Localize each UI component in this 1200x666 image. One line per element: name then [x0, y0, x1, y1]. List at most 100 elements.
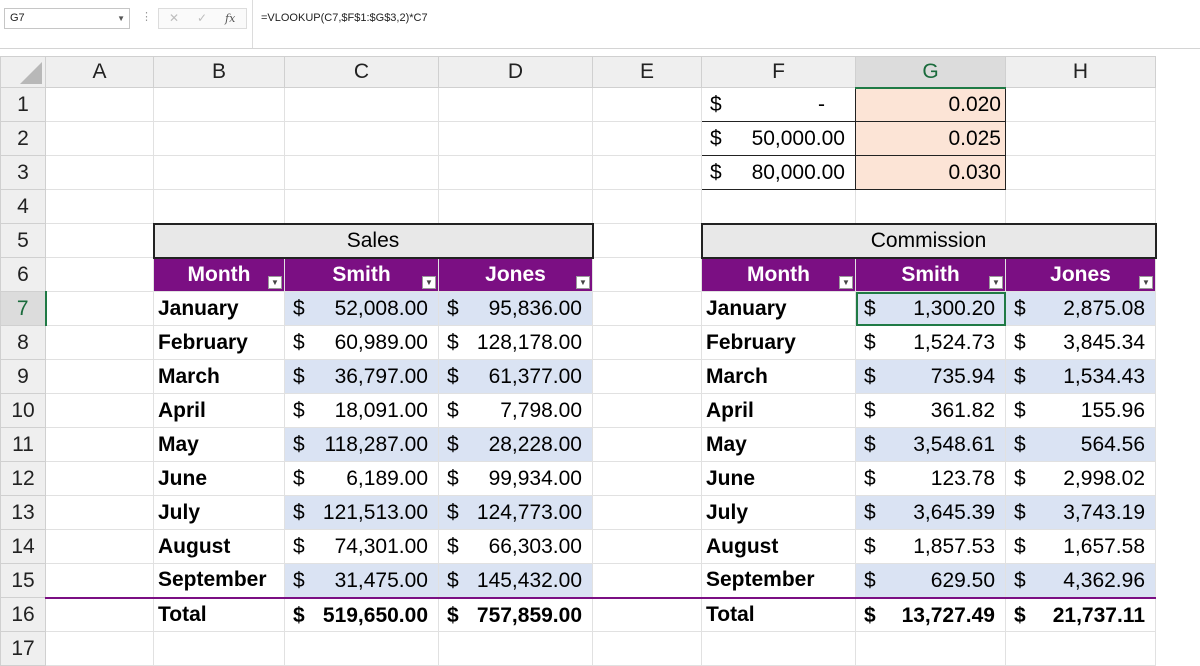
- sales-month-cell[interactable]: March: [153, 359, 285, 394]
- row-header[interactable]: 17: [0, 631, 46, 666]
- sales-header-jones[interactable]: Jones ▼: [438, 257, 593, 292]
- cell[interactable]: [45, 155, 154, 190]
- cell[interactable]: [592, 359, 702, 394]
- cell[interactable]: [592, 393, 702, 428]
- col-header-c[interactable]: C: [284, 56, 439, 88]
- row-header[interactable]: 4: [0, 189, 46, 224]
- lookup-rate-cell[interactable]: 0.020: [855, 87, 1006, 122]
- commission-month-cell[interactable]: July: [701, 495, 856, 530]
- cell[interactable]: [284, 121, 439, 156]
- currency-cell[interactable]: $61,377.00: [438, 359, 593, 394]
- sales-header-smith[interactable]: Smith ▼: [284, 257, 439, 292]
- cell[interactable]: [438, 87, 593, 122]
- row-header[interactable]: 8: [0, 325, 46, 360]
- cell[interactable]: [1005, 631, 1156, 666]
- currency-cell[interactable]: $4,362.96: [1005, 563, 1156, 598]
- currency-cell[interactable]: $123.78: [855, 461, 1006, 496]
- commission-month-cell[interactable]: June: [701, 461, 856, 496]
- commission-month-cell[interactable]: August: [701, 529, 856, 564]
- currency-cell[interactable]: $31,475.00: [284, 563, 439, 598]
- cell[interactable]: [592, 495, 702, 530]
- currency-cell[interactable]: $519,650.00: [284, 596, 439, 632]
- cell[interactable]: [45, 257, 154, 292]
- sales-month-cell[interactable]: September: [153, 563, 285, 598]
- row-header[interactable]: 1: [0, 87, 46, 122]
- currency-cell[interactable]: $3,548.61: [855, 427, 1006, 462]
- cell[interactable]: [1005, 87, 1156, 122]
- currency-cell[interactable]: $3,743.19: [1005, 495, 1156, 530]
- cell[interactable]: [45, 427, 154, 462]
- cell[interactable]: [45, 223, 154, 258]
- row-header[interactable]: 2: [0, 121, 46, 156]
- lookup-rate-cell[interactable]: 0.025: [855, 121, 1006, 156]
- cell[interactable]: [45, 291, 154, 326]
- currency-cell[interactable]: $124,773.00: [438, 495, 593, 530]
- drag-handle-icon[interactable]: ⋮: [141, 10, 152, 23]
- cell[interactable]: [592, 223, 702, 258]
- currency-cell[interactable]: $564.56: [1005, 427, 1156, 462]
- cell[interactable]: [855, 189, 1006, 224]
- sales-month-cell[interactable]: February: [153, 325, 285, 360]
- cancel-icon[interactable]: ✕: [169, 11, 179, 25]
- cell[interactable]: [284, 631, 439, 666]
- currency-cell[interactable]: $18,091.00: [284, 393, 439, 428]
- currency-cell[interactable]: $3,845.34: [1005, 325, 1156, 360]
- commission-month-cell[interactable]: January: [701, 291, 856, 326]
- commission-month-cell[interactable]: May: [701, 427, 856, 462]
- cell[interactable]: [592, 461, 702, 496]
- commission-month-cell[interactable]: February: [701, 325, 856, 360]
- commission-month-cell[interactable]: April: [701, 393, 856, 428]
- col-header-a[interactable]: A: [45, 56, 154, 88]
- col-header-b[interactable]: B: [153, 56, 285, 88]
- cell[interactable]: [438, 155, 593, 190]
- insert-function-icon[interactable]: fx: [225, 12, 235, 25]
- cell[interactable]: [701, 189, 856, 224]
- currency-cell[interactable]: $155.96: [1005, 393, 1156, 428]
- commission-title[interactable]: Commission: [700, 222, 1157, 259]
- currency-cell[interactable]: $361.82: [855, 393, 1006, 428]
- cell[interactable]: [592, 596, 702, 632]
- currency-cell[interactable]: $757,859.00: [438, 596, 593, 632]
- currency-cell[interactable]: $1,657.58: [1005, 529, 1156, 564]
- cell[interactable]: [45, 189, 154, 224]
- sales-title[interactable]: Sales: [152, 222, 594, 259]
- commission-header-smith[interactable]: Smith ▼: [855, 257, 1006, 292]
- row-header[interactable]: 5: [0, 223, 46, 258]
- currency-cell[interactable]: $2,875.08: [1005, 291, 1156, 326]
- sales-month-cell[interactable]: June: [153, 461, 285, 496]
- name-box[interactable]: G7 ▼: [4, 8, 130, 29]
- cell[interactable]: [438, 631, 593, 666]
- row-header[interactable]: 12: [0, 461, 46, 496]
- sales-month-cell[interactable]: July: [153, 495, 285, 530]
- currency-cell[interactable]: $60,989.00: [284, 325, 439, 360]
- row-header[interactable]: 9: [0, 359, 46, 394]
- filter-dropdown-icon[interactable]: ▼: [1139, 276, 1153, 289]
- row-header[interactable]: 15: [0, 563, 46, 598]
- currency-cell[interactable]: $13,727.49: [855, 596, 1006, 632]
- filter-dropdown-icon[interactable]: ▼: [576, 276, 590, 289]
- row-header[interactable]: 11: [0, 427, 46, 462]
- currency-cell[interactable]: $21,737.11: [1005, 596, 1156, 632]
- cell[interactable]: [592, 563, 702, 598]
- formula-input[interactable]: =VLOOKUP(C7,$F$1:$G$3,2)*C7: [252, 0, 1200, 48]
- sales-month-cell[interactable]: January: [153, 291, 285, 326]
- cell[interactable]: [1005, 189, 1156, 224]
- currency-cell[interactable]: $52,008.00: [284, 291, 439, 326]
- currency-cell[interactable]: $145,432.00: [438, 563, 593, 598]
- cell[interactable]: [592, 529, 702, 564]
- currency-cell[interactable]: $1,857.53: [855, 529, 1006, 564]
- chevron-down-icon[interactable]: ▼: [117, 9, 125, 28]
- row-header[interactable]: 13: [0, 495, 46, 530]
- cell[interactable]: [45, 596, 154, 632]
- commission-header-month[interactable]: Month ▼: [701, 257, 856, 292]
- commission-month-cell[interactable]: September: [701, 563, 856, 598]
- cell[interactable]: [592, 121, 702, 156]
- col-header-e[interactable]: E: [592, 56, 702, 88]
- col-header-h[interactable]: H: [1005, 56, 1156, 88]
- currency-cell[interactable]: $1,300.20: [855, 291, 1006, 326]
- cell[interactable]: [45, 461, 154, 496]
- row-header[interactable]: 10: [0, 393, 46, 428]
- cell[interactable]: [45, 529, 154, 564]
- currency-cell[interactable]: $99,934.00: [438, 461, 593, 496]
- currency-cell[interactable]: $3,645.39: [855, 495, 1006, 530]
